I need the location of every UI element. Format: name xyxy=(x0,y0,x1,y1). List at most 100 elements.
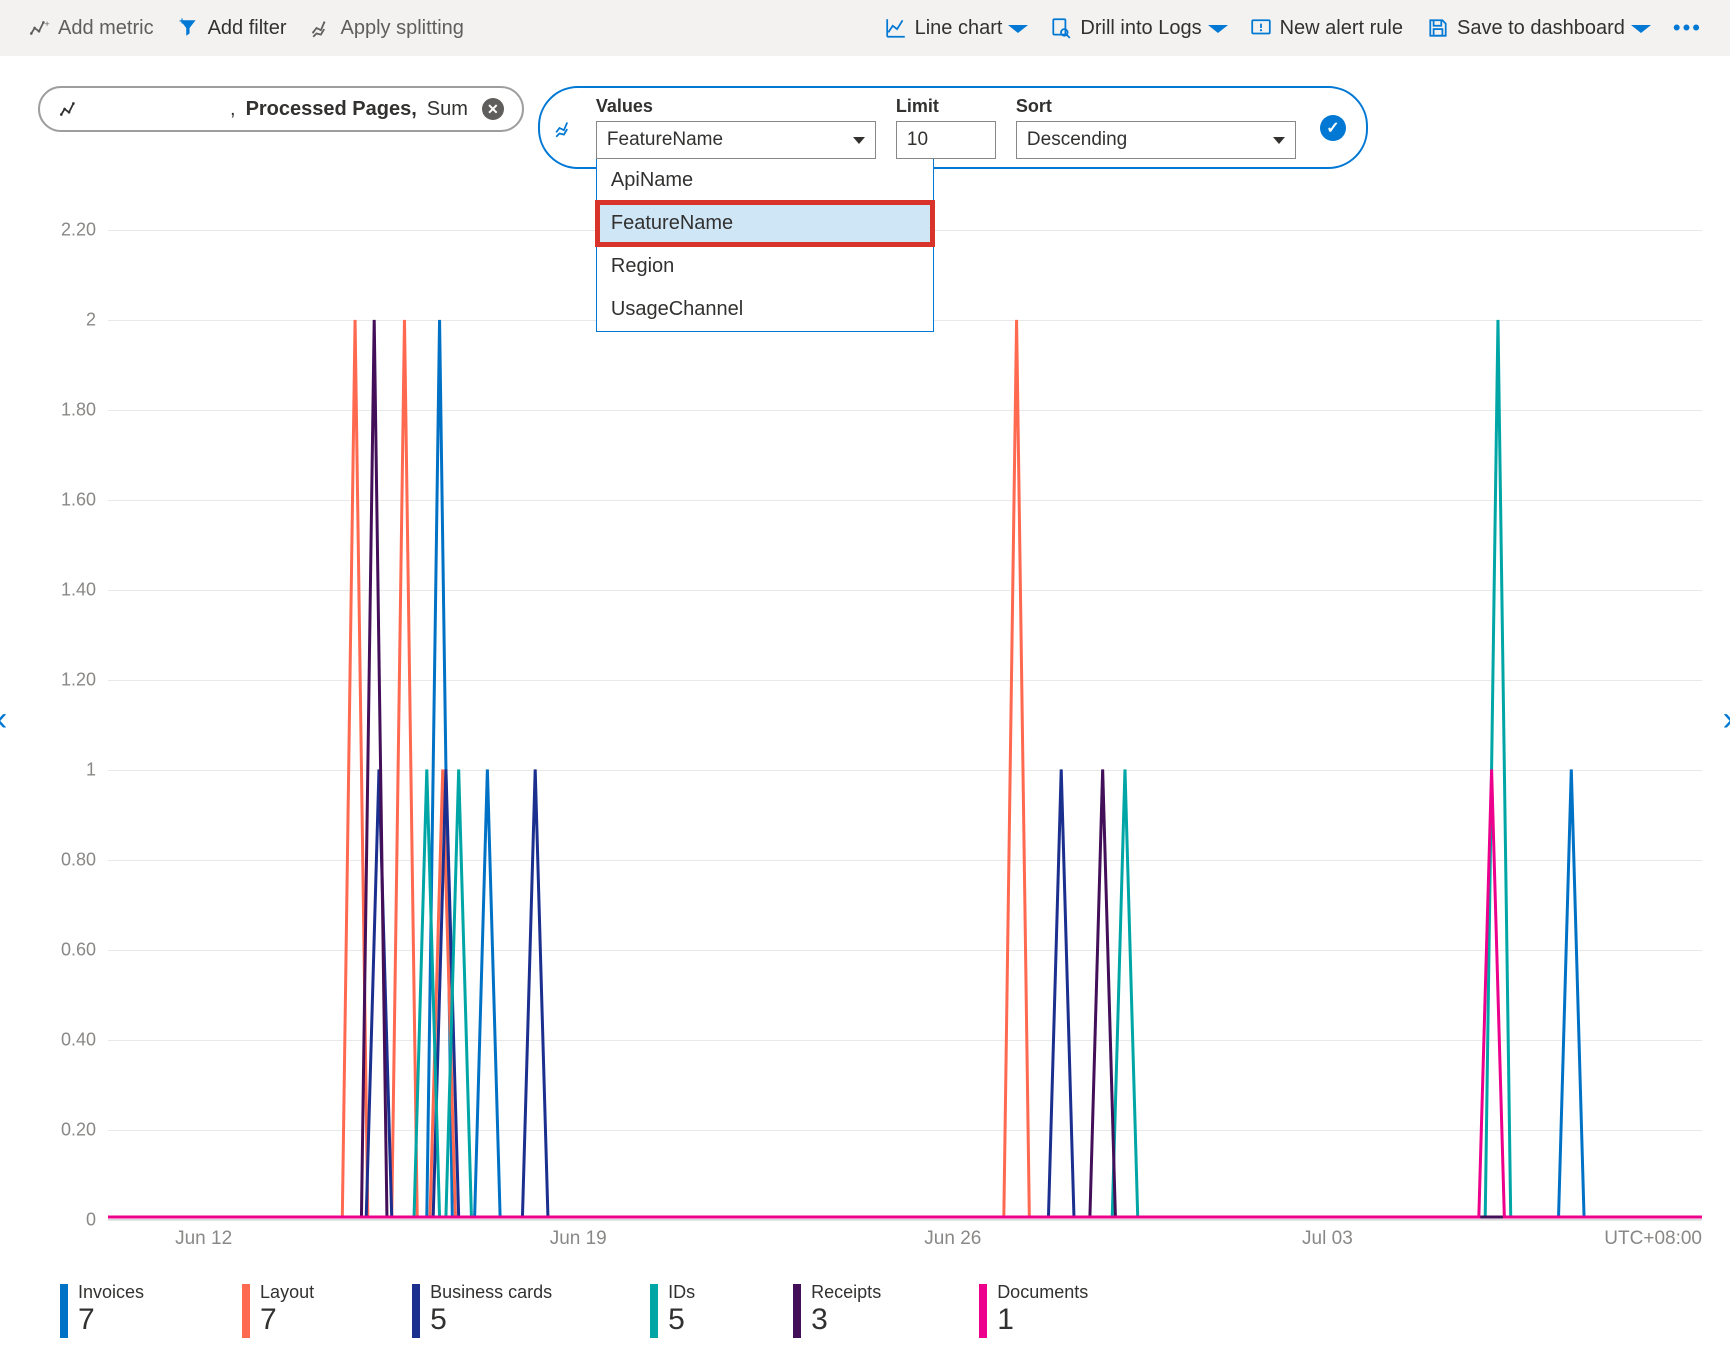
chart-area: ‹ › 2.2021.801.601.401.2010.800.600.400.… xyxy=(0,230,1730,1260)
split-pill: Values FeatureName ApiNameFeatureNameReg… xyxy=(538,86,1368,169)
legend-series-total: 7 xyxy=(260,1303,314,1337)
values-option[interactable]: FeatureName xyxy=(597,202,933,245)
metric-prefix: , xyxy=(230,98,236,121)
chevron-down-icon xyxy=(1273,137,1285,144)
chevron-down-icon xyxy=(853,137,865,144)
new-alert-label: New alert rule xyxy=(1280,17,1403,40)
legend-series-total: 3 xyxy=(811,1303,881,1337)
y-tick-label: 2 xyxy=(86,310,96,331)
sort-label: Sort xyxy=(1016,96,1296,117)
legend-series-name: IDs xyxy=(668,1282,695,1303)
save-dashboard-label: Save to dashboard xyxy=(1457,17,1625,40)
apply-splitting-label: Apply splitting xyxy=(341,17,464,40)
add-filter-label: Add filter xyxy=(208,17,287,40)
alert-icon xyxy=(1250,17,1272,39)
scroll-right-button[interactable]: › xyxy=(1723,700,1730,739)
legend-color-swatch xyxy=(793,1284,801,1338)
x-tick-label: Jul 03 xyxy=(1302,1228,1353,1250)
chevron-down-icon xyxy=(1008,25,1028,33)
y-tick-label: 1.40 xyxy=(61,580,96,601)
legend-series-total: 1 xyxy=(997,1303,1088,1337)
y-tick-label: 1 xyxy=(86,760,96,781)
grid-line xyxy=(108,1220,1702,1221)
legend-series-name: Documents xyxy=(997,1282,1088,1303)
splitting-icon xyxy=(554,117,576,139)
legend-series-total: 5 xyxy=(430,1303,552,1337)
values-select[interactable]: FeatureName xyxy=(596,121,876,159)
legend-item[interactable]: Receipts3 xyxy=(793,1282,881,1338)
y-tick-label: 2.20 xyxy=(61,220,96,241)
drill-logs-label: Drill into Logs xyxy=(1080,17,1201,40)
legend: Invoices7Layout7Business cards5IDs5Recei… xyxy=(60,1282,1088,1338)
metric-name: Processed Pages, xyxy=(246,98,417,121)
limit-input[interactable]: 10 xyxy=(896,121,996,159)
legend-series-name: Invoices xyxy=(78,1282,144,1303)
y-tick-label: 0 xyxy=(86,1210,96,1231)
legend-item[interactable]: Invoices7 xyxy=(60,1282,144,1338)
close-icon[interactable]: ✕ xyxy=(482,98,504,120)
series-line xyxy=(108,320,1702,1217)
series-line xyxy=(108,320,1702,1217)
more-button[interactable]: ••• xyxy=(1667,11,1708,45)
legend-item[interactable]: Business cards5 xyxy=(412,1282,552,1338)
limit-value: 10 xyxy=(907,129,928,151)
add-metric-label: Add metric xyxy=(58,17,154,40)
legend-color-swatch xyxy=(242,1284,250,1338)
metric-icon xyxy=(58,98,80,120)
values-label: Values xyxy=(596,96,876,117)
limit-label: Limit xyxy=(896,96,996,117)
sort-select[interactable]: Descending xyxy=(1016,121,1296,159)
logs-icon xyxy=(1050,17,1072,39)
chart-type-label: Line chart xyxy=(915,17,1003,40)
splitting-icon xyxy=(311,17,333,39)
save-dashboard-button[interactable]: Save to dashboard xyxy=(1421,13,1655,44)
x-tick-label: Jun 19 xyxy=(550,1228,607,1250)
y-axis-ticks: 2.2021.801.601.401.2010.800.600.400.200 xyxy=(0,230,108,1260)
values-group: Values FeatureName ApiNameFeatureNameReg… xyxy=(596,96,876,159)
chevron-down-icon xyxy=(1631,25,1651,33)
values-dropdown: ApiNameFeatureNameRegionUsageChannel xyxy=(596,159,934,332)
legend-color-swatch xyxy=(60,1284,68,1338)
metric-pill[interactable]: , Processed Pages, Sum ✕ xyxy=(38,86,524,132)
add-filter-button[interactable]: + Add filter xyxy=(172,13,293,44)
legend-item[interactable]: IDs5 xyxy=(650,1282,695,1338)
chart-type-button[interactable]: Line chart xyxy=(879,13,1033,44)
y-tick-label: 0.80 xyxy=(61,850,96,871)
add-metric-button[interactable]: + Add metric xyxy=(22,13,160,44)
legend-series-total: 7 xyxy=(78,1303,144,1337)
svg-text:+: + xyxy=(179,17,185,28)
y-tick-label: 0.20 xyxy=(61,1120,96,1141)
legend-item[interactable]: Layout7 xyxy=(242,1282,314,1338)
legend-color-swatch xyxy=(650,1284,658,1338)
apply-splitting-button[interactable]: Apply splitting xyxy=(305,13,470,44)
filter-icon: + xyxy=(178,17,200,39)
values-value: FeatureName xyxy=(607,129,723,151)
series-line xyxy=(108,320,1702,1217)
x-tick-label: Jun 12 xyxy=(175,1228,232,1250)
new-alert-button[interactable]: New alert rule xyxy=(1244,13,1409,44)
y-tick-label: 0.60 xyxy=(61,940,96,961)
legend-item[interactable]: Documents1 xyxy=(979,1282,1088,1338)
legend-color-swatch xyxy=(979,1284,987,1338)
drill-logs-button[interactable]: Drill into Logs xyxy=(1044,13,1231,44)
values-option[interactable]: UsageChannel xyxy=(597,288,933,331)
values-option[interactable]: ApiName xyxy=(597,159,933,202)
y-tick-label: 0.40 xyxy=(61,1030,96,1051)
chart-plot[interactable] xyxy=(108,230,1702,1220)
values-option[interactable]: Region xyxy=(597,245,933,288)
y-tick-label: 1.80 xyxy=(61,400,96,421)
legend-color-swatch xyxy=(412,1284,420,1338)
metric-agg: Sum xyxy=(427,98,468,121)
line-chart-icon xyxy=(885,17,907,39)
config-row: , Processed Pages, Sum ✕ Values FeatureN… xyxy=(0,56,1730,169)
timezone-label: UTC+08:00 xyxy=(1604,1228,1702,1250)
confirm-icon[interactable]: ✓ xyxy=(1320,115,1346,141)
save-icon xyxy=(1427,17,1449,39)
legend-series-total: 5 xyxy=(668,1303,695,1337)
ellipsis-icon: ••• xyxy=(1673,15,1702,41)
limit-group: Limit 10 xyxy=(896,96,996,159)
x-tick-label: Jun 26 xyxy=(924,1228,981,1250)
sort-group: Sort Descending xyxy=(1016,96,1296,159)
series-line xyxy=(108,320,1702,1217)
svg-text:+: + xyxy=(45,19,50,29)
